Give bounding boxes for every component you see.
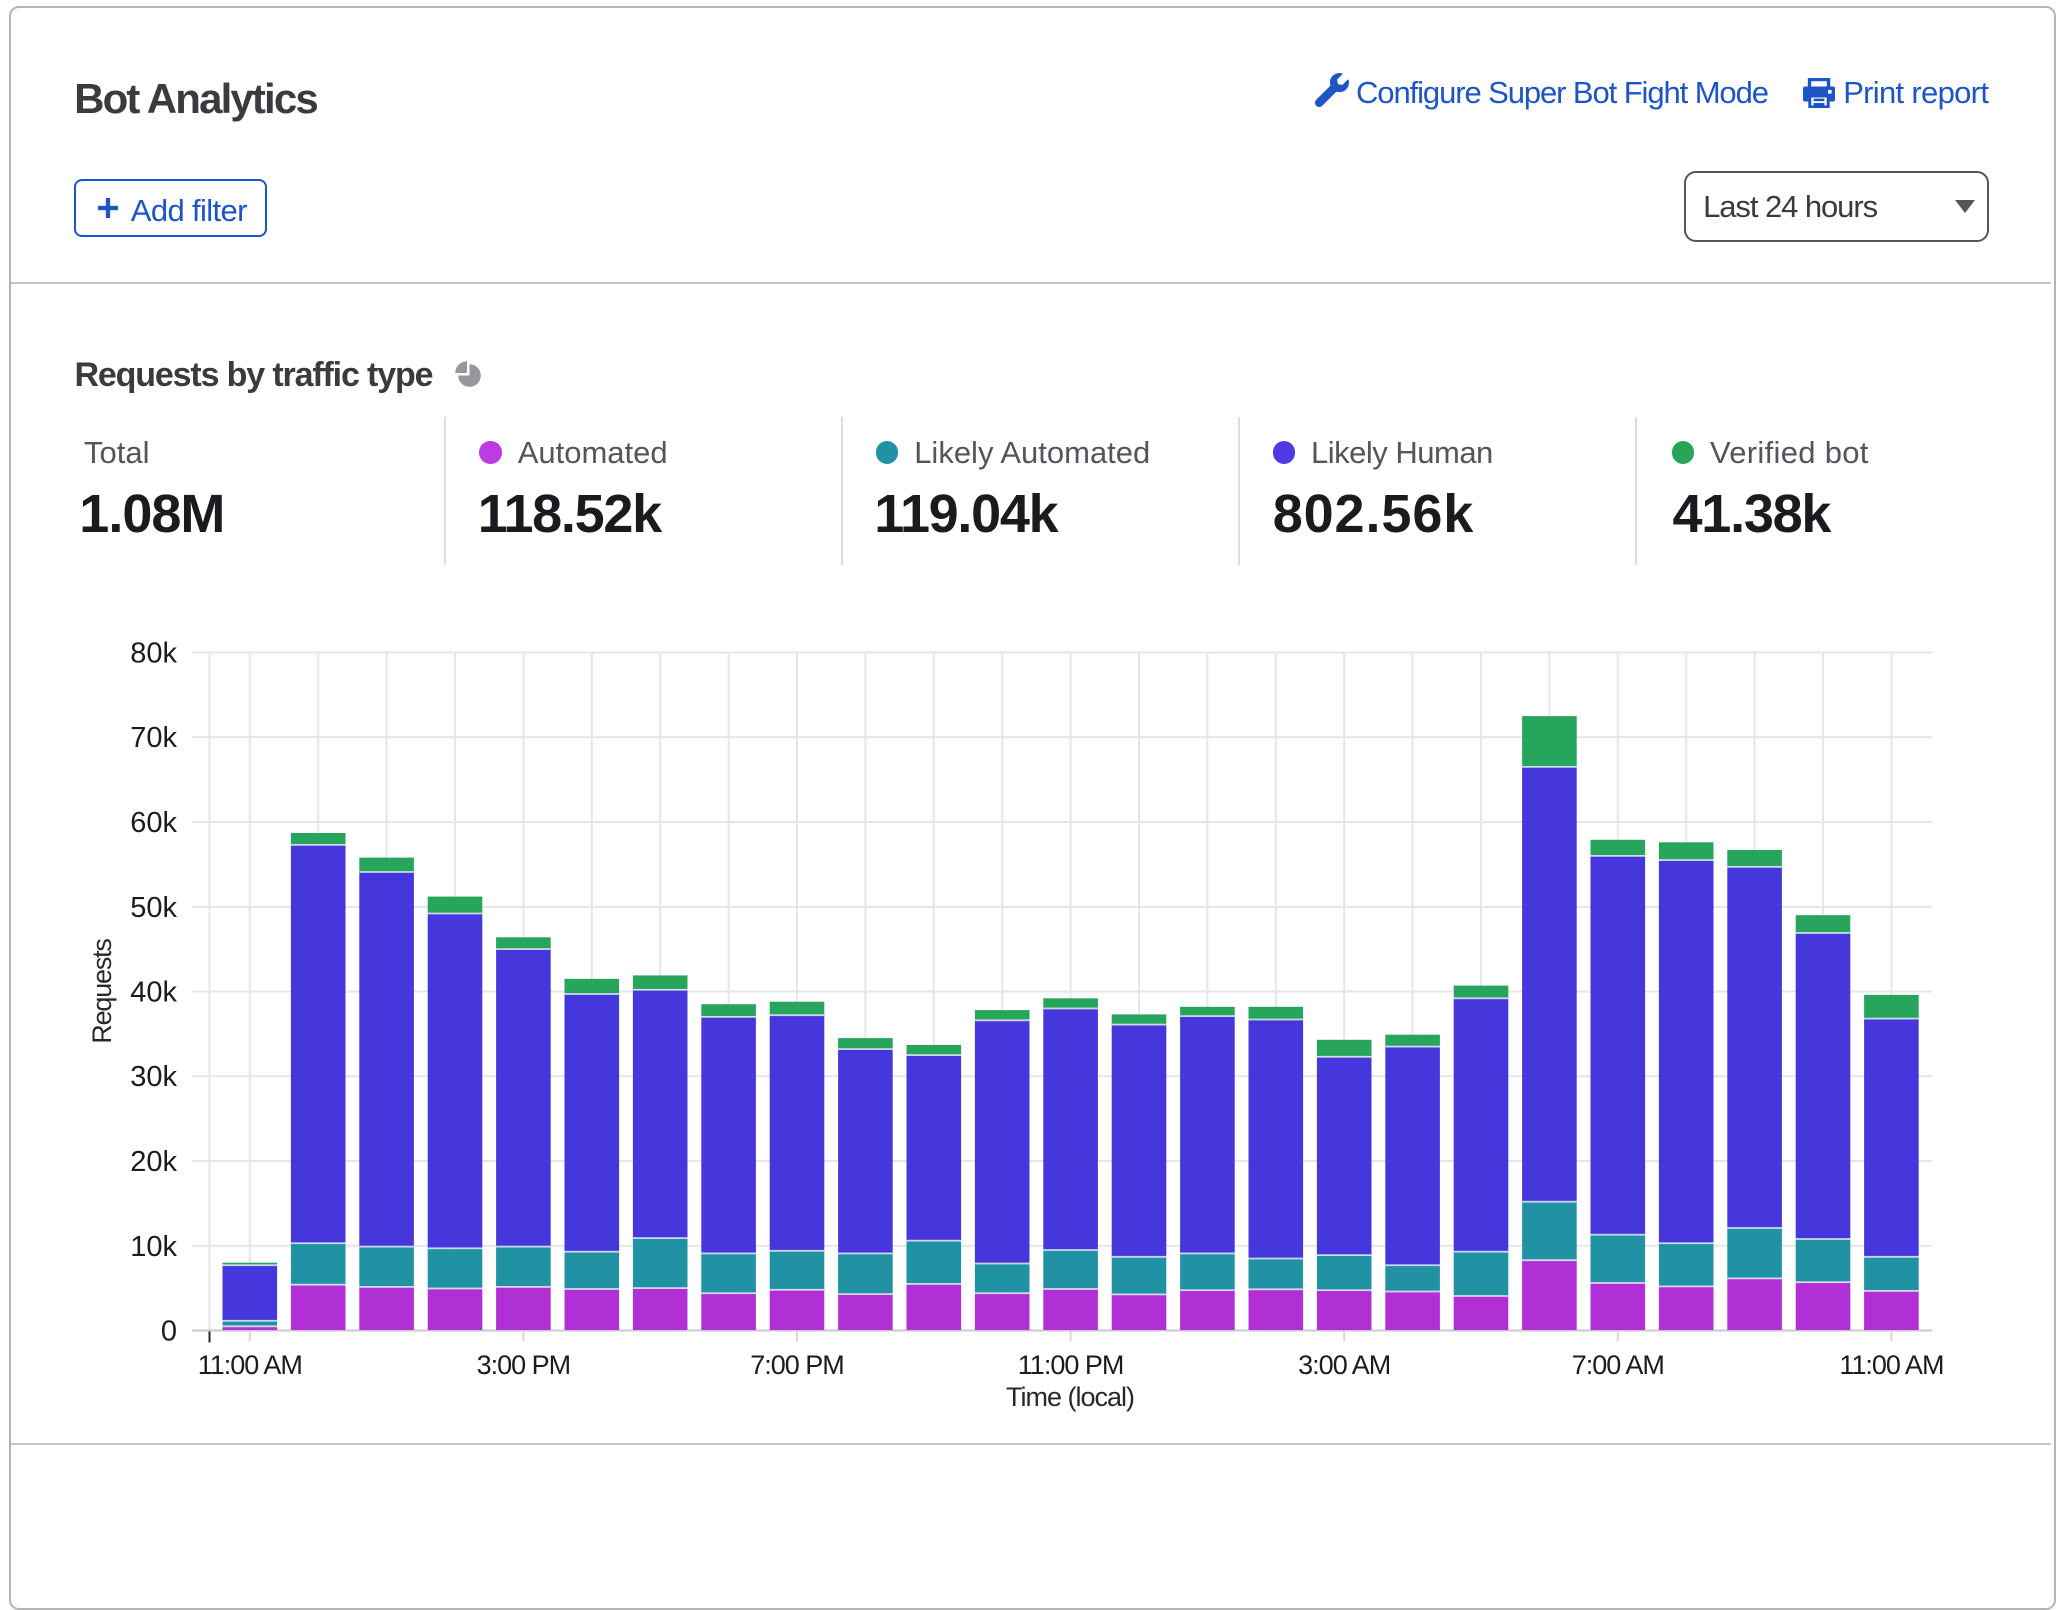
svg-text:11:00 AM: 11:00 AM <box>198 1350 302 1380</box>
svg-text:40k: 40k <box>130 977 177 1009</box>
svg-text:30k: 30k <box>130 1061 177 1093</box>
svg-text:10k: 10k <box>130 1231 177 1263</box>
svg-text:50k: 50k <box>130 892 177 924</box>
svg-text:7:00 PM: 7:00 PM <box>750 1350 844 1380</box>
svg-text:3:00 PM: 3:00 PM <box>477 1350 571 1380</box>
svg-text:7:00 AM: 7:00 AM <box>1572 1350 1664 1380</box>
svg-text:Requests: Requests <box>87 939 117 1044</box>
svg-text:11:00 PM: 11:00 PM <box>1018 1350 1124 1380</box>
svg-text:70k: 70k <box>130 722 177 754</box>
svg-text:60k: 60k <box>130 807 177 839</box>
svg-text:3:00 AM: 3:00 AM <box>1298 1350 1390 1380</box>
svg-text:0: 0 <box>161 1316 177 1348</box>
svg-text:20k: 20k <box>130 1146 177 1178</box>
svg-text:Time (local): Time (local) <box>1006 1382 1134 1412</box>
svg-text:11:00 AM: 11:00 AM <box>1839 1350 1943 1380</box>
svg-text:80k: 80k <box>130 638 177 670</box>
